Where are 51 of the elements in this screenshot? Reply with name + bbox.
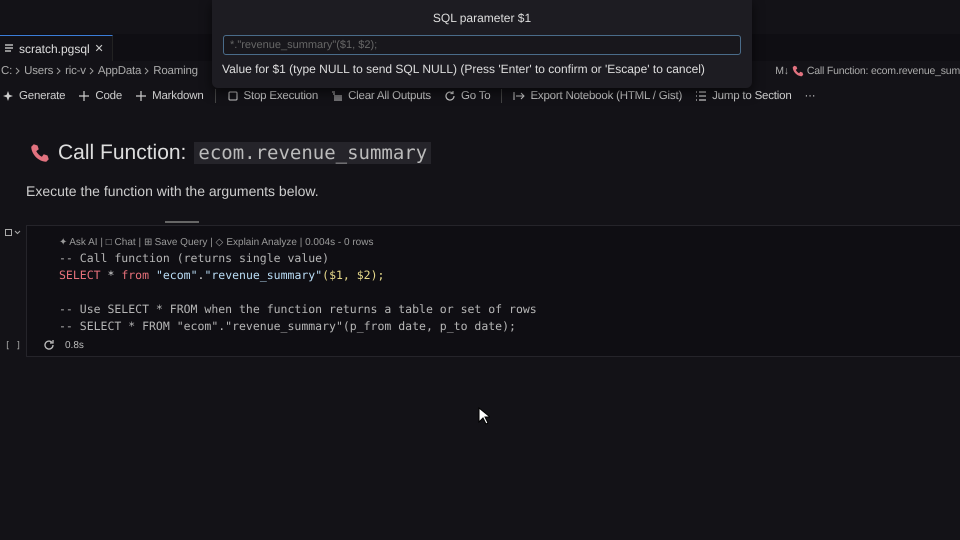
execution-time: 0.8s (65, 340, 84, 350)
chevron-icon (15, 67, 22, 75)
tab-label: scratch.pgsql (19, 42, 90, 56)
chevron-icon (56, 67, 62, 75)
code-line: -- Call function (returns single value) (59, 251, 330, 265)
plus-icon (135, 90, 148, 102)
code-cell[interactable] (26, 225, 960, 357)
more-button[interactable]: ··· (802, 90, 818, 102)
breadcrumb-item[interactable]: Call Function: ecom.revenue_sum (806, 65, 960, 77)
file-icon (4, 44, 14, 54)
stop-icon (226, 90, 239, 102)
breadcrumb-item[interactable]: ric-v (65, 65, 86, 77)
plus-icon (78, 90, 90, 102)
chevron-icon (144, 67, 150, 75)
codelens-bar[interactable]: ✦ Ask AI | □ Chat | ⊞ Save Query | ◇ Explain Analyze | 0.004s - 0 rows (59, 236, 960, 248)
cell-toggle-icon[interactable] (5, 229, 21, 237)
toolbar-button[interactable]: Markdown (133, 90, 206, 102)
toolbar-button[interactable]: Stop Execution (224, 90, 320, 102)
execution-count: [ ] (4, 341, 22, 351)
input-field[interactable]: *."revenue_summary"($1, $2); (223, 35, 741, 55)
mouse-cursor-icon (478, 407, 490, 425)
cell-heading: Call Function: (58, 141, 186, 165)
code-line: -- SELECT * FROM "ecom"."revenue_summary"(p_from date, p_to date); (59, 319, 516, 333)
toolbar-button[interactable]: Go To (442, 90, 492, 102)
clear-list-icon (331, 90, 344, 102)
inline-code: ecom.revenue_summary (194, 142, 432, 164)
phone-icon (30, 143, 50, 163)
sparkle-icon (2, 90, 14, 102)
toolbar-button[interactable]: Export Notebook (HTML / Gist) (511, 90, 684, 102)
editor-tab[interactable]: scratch.pgsql ✕ (0, 35, 113, 61)
code-line: SELECT * from "ecom"."revenue_summary"($1, $2); (59, 268, 384, 282)
toolbar-button[interactable]: Jump to Section (693, 90, 794, 102)
toolbar-button[interactable]: Clear All Outputs (329, 90, 433, 102)
cell-text: Execute the function with the arguments below. (26, 183, 320, 199)
breadcrumb-item[interactable]: AppData (98, 65, 142, 77)
chevron-icon (88, 67, 95, 75)
breadcrumb-item[interactable]: Roaming (153, 65, 198, 77)
dialog-title: SQL parameter $1 (432, 11, 532, 25)
list-icon (695, 90, 708, 102)
export-arrow-icon (513, 90, 526, 102)
markdown-label: M↓ (775, 65, 789, 77)
refresh-icon (444, 90, 456, 102)
refresh-icon (43, 339, 55, 351)
breadcrumb-item[interactable]: C: (1, 65, 12, 77)
code-line: -- Use SELECT * FROM when the function returns a table or set of rows (59, 302, 537, 316)
toolbar-button[interactable]: Generate (0, 90, 68, 102)
phone-icon (792, 65, 804, 77)
close-button[interactable]: ✕ (94, 42, 104, 55)
toolbar-button[interactable]: Code (76, 90, 124, 102)
breadcrumb-item[interactable]: Users (24, 65, 54, 77)
input-hint: Value for $1 (type NULL to send SQL NULL) (Press 'Enter' to confirm or 'Escape' to cancel) (222, 62, 705, 76)
